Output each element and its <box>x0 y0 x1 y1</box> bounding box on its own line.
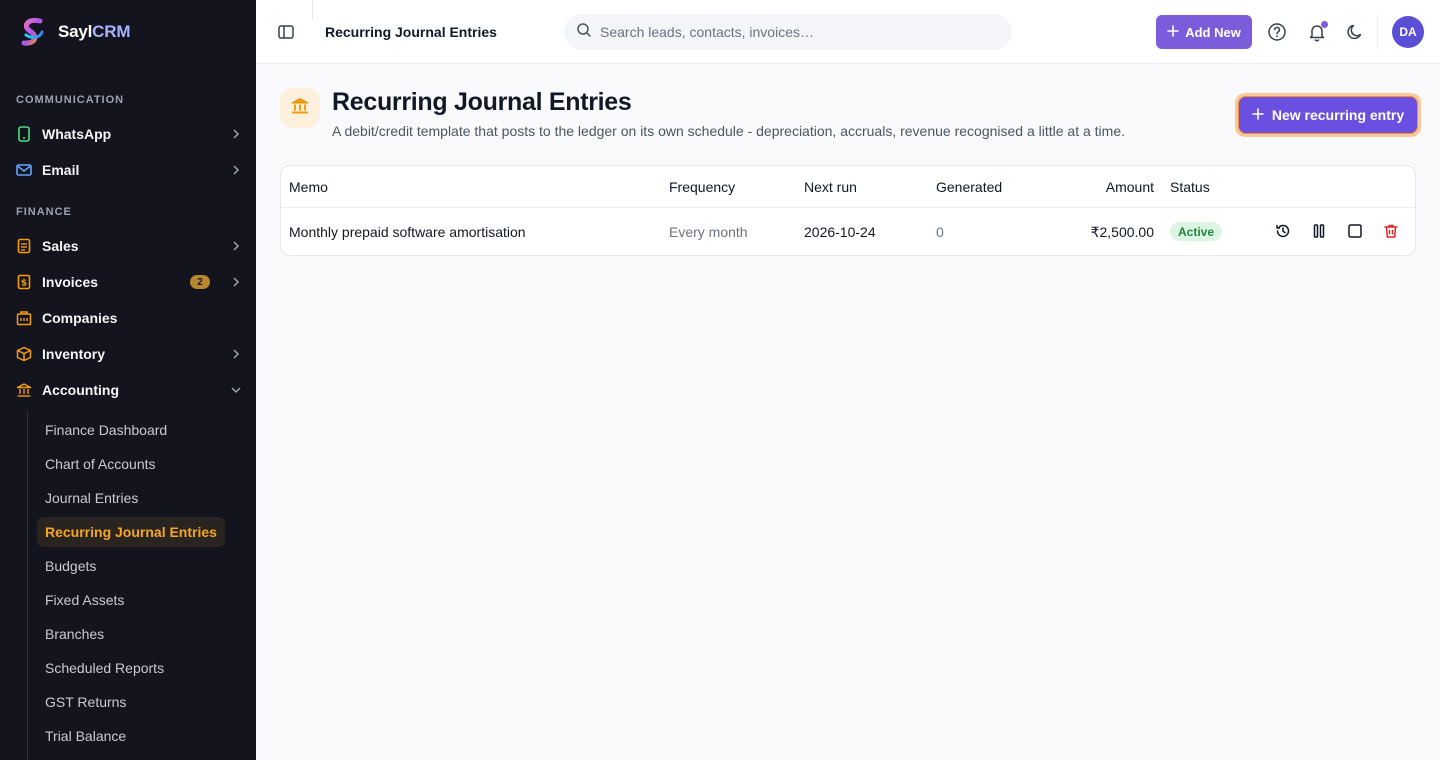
subnav-item-fixed-assets[interactable]: Fixed Assets <box>37 585 132 615</box>
sidebar-item-companies[interactable]: Companies <box>16 304 242 332</box>
subnav-item-journal-entries[interactable]: Journal Entries <box>37 483 146 513</box>
invoice-icon: $ <box>16 274 32 290</box>
section-label-finance: FINANCE <box>16 206 72 218</box>
sidebar: SaylCRM COMMUNICATION WhatsApp Email FIN… <box>0 0 256 760</box>
sidebar-item-label: WhatsApp <box>42 126 112 142</box>
sidebar-item-label: Accounting <box>42 382 119 398</box>
chevron-right-icon <box>230 348 242 360</box>
stop-icon[interactable] <box>1346 222 1364 240</box>
column-header-memo: Memo <box>289 179 328 195</box>
sidebar-item-email[interactable]: Email <box>16 156 242 184</box>
chevron-right-icon <box>230 240 242 252</box>
help-icon[interactable] <box>1267 22 1287 42</box>
table-header: Memo Frequency Next run Generated Amount… <box>281 166 1415 208</box>
plus-icon <box>1167 24 1179 40</box>
sidebar-item-label: Invoices <box>42 274 99 290</box>
sidebar-item-label: Companies <box>42 310 118 326</box>
topbar-divider <box>312 0 313 20</box>
chevron-right-icon <box>230 276 242 288</box>
topbar: Recurring Journal Entries Add New DA <box>256 0 1440 64</box>
sidebar-item-sales[interactable]: Sales <box>16 232 242 260</box>
section-label-communication: COMMUNICATION <box>16 94 125 106</box>
row-amount: ₹2,500.00 <box>1090 224 1154 240</box>
sidebar-item-whatsapp[interactable]: WhatsApp <box>16 120 242 148</box>
recurring-entries-table: Memo Frequency Next run Generated Amount… <box>280 165 1416 256</box>
trash-icon[interactable] <box>1382 222 1400 240</box>
sidebar-item-label: Inventory <box>42 346 106 362</box>
brand-logo-icon <box>21 17 44 46</box>
page-icon <box>280 88 320 128</box>
receipt-icon <box>16 238 32 254</box>
phone-icon <box>16 126 32 142</box>
plus-icon <box>1252 107 1264 123</box>
column-header-frequency: Frequency <box>669 179 736 195</box>
search-bar[interactable] <box>564 14 1012 50</box>
search-icon <box>576 22 592 43</box>
column-header-next-run: Next run <box>804 179 857 195</box>
new-recurring-entry-focus-ring: New recurring entry <box>1235 93 1421 137</box>
sidebar-item-inventory[interactable]: Inventory <box>16 340 242 368</box>
sidebar-item-label: Sales <box>42 238 79 254</box>
new-recurring-entry-label: New recurring entry <box>1271 107 1405 123</box>
brand[interactable]: SaylCRM <box>18 16 130 48</box>
column-header-amount: Amount <box>1105 179 1154 195</box>
bank-icon <box>16 382 32 398</box>
row-generated: 0 <box>936 224 944 240</box>
bank-icon <box>290 96 310 121</box>
package-icon <box>16 346 32 362</box>
bell-icon[interactable] <box>1307 21 1328 42</box>
row-next-run: 2026-10-24 <box>804 224 876 240</box>
pause-icon[interactable] <box>1310 222 1328 240</box>
accounting-subnav-line <box>27 412 28 760</box>
subnav-item-chart-of-accounts[interactable]: Chart of Accounts <box>37 449 164 479</box>
page-subtitle: A debit/credit template that posts to th… <box>332 123 1126 139</box>
building-icon <box>16 310 32 326</box>
user-avatar[interactable]: DA <box>1392 16 1424 48</box>
add-new-label: Add New <box>1185 24 1241 40</box>
search-input[interactable] <box>600 24 1000 40</box>
row-frequency: Every month <box>669 224 748 240</box>
chevron-down-icon <box>230 384 242 396</box>
new-recurring-entry-button[interactable]: New recurring entry <box>1238 96 1418 134</box>
notification-dot <box>1321 21 1328 28</box>
subnav-item-finance-dashboard[interactable]: Finance Dashboard <box>37 415 175 445</box>
svg-text:$: $ <box>21 279 27 289</box>
subnav-item-trial-balance[interactable]: Trial Balance <box>37 721 134 751</box>
subnav-item-budgets[interactable]: Budgets <box>37 551 104 581</box>
sidebar-toggle-icon[interactable] <box>276 22 296 42</box>
chevron-right-icon <box>230 128 242 140</box>
invoices-count-badge: 2 <box>190 275 210 289</box>
brand-name: SaylCRM <box>58 22 131 41</box>
mail-icon <box>16 162 32 178</box>
history-icon[interactable] <box>1274 222 1292 240</box>
sidebar-item-accounting[interactable]: Accounting <box>16 376 242 404</box>
sidebar-item-label: Email <box>42 162 80 178</box>
topbar-divider-right <box>1377 14 1378 50</box>
chevron-right-icon <box>230 164 242 176</box>
subnav-item-recurring-journal-entries[interactable]: Recurring Journal Entries <box>37 517 225 547</box>
status-badge: Active <box>1170 222 1223 241</box>
column-header-status: Status <box>1170 179 1210 195</box>
sidebar-item-invoices[interactable]: $ Invoices 2 <box>16 268 242 296</box>
row-memo: Monthly prepaid software amortisation <box>289 224 526 240</box>
moon-icon[interactable] <box>1345 22 1365 42</box>
subnav-item-branches[interactable]: Branches <box>37 619 112 649</box>
subnav-item-gst-returns[interactable]: GST Returns <box>37 687 134 717</box>
add-new-button[interactable]: Add New <box>1156 15 1252 49</box>
subnav-item-scheduled-reports[interactable]: Scheduled Reports <box>37 653 172 683</box>
topbar-title: Recurring Journal Entries <box>325 24 497 40</box>
page-title: Recurring Journal Entries <box>332 88 632 116</box>
column-header-generated: Generated <box>936 179 1003 195</box>
